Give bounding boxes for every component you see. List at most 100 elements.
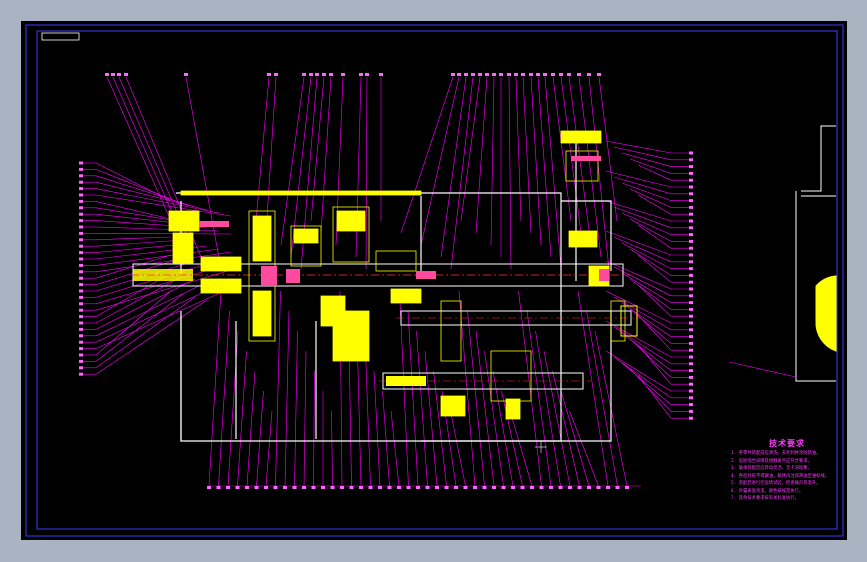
note-line: 3. 轴承装配后应转动灵活，无卡滞现象。 [731,466,812,471]
note-line: 4. 各密封处不得漏油，箱体内注润滑油至油标线。 [731,473,829,479]
leader-label [79,340,83,344]
leader-line [613,236,672,263]
leader-line [467,310,485,487]
leader-line [95,236,172,241]
leader-label [689,267,693,271]
leader-line [629,218,672,242]
leader-label [457,73,461,76]
leader-label [368,486,373,489]
leader-label [79,251,83,255]
leader-line [515,76,522,222]
leader-line [313,370,315,487]
leader-label [79,187,83,191]
leader-label [689,382,693,386]
leader-line [586,310,618,487]
leader-label [79,366,83,370]
leader-label [499,73,503,76]
leader-label [689,362,693,366]
leader-label [689,307,693,311]
note-line: 6. 外露表面涂漆，颜色按规定执行。 [731,488,804,494]
leader-line [246,370,256,487]
cad-viewport[interactable]: 技术要求 1. 各零件装配前应清洗，去毛刺并涂防锈油。 2. 齿轮啮合间隙及接触斑… [21,21,847,540]
leader-line [621,332,672,371]
leader-line [637,344,672,385]
leader-line [95,162,172,202]
leader-label [689,205,693,209]
leader-label [321,486,325,489]
note-line: 5. 装配后进行空运转试验，检查噪声及温升。 [731,481,821,486]
leader-label [689,280,693,284]
leader-label [359,73,363,76]
leader-label [689,369,693,373]
leader-label [79,372,83,376]
leader-line [605,140,672,154]
leader-line [560,390,590,487]
leader-label [406,486,411,489]
leader-label [596,486,601,489]
leader-label [79,359,83,363]
leader-label [511,486,515,489]
leader-label [463,486,468,489]
leader-label [292,486,297,489]
leader-label [79,244,83,248]
leader-label [273,486,278,489]
leader-line [424,350,438,487]
leader-line [420,76,460,246]
leader-label [689,396,693,400]
leader-label [577,486,582,489]
leader-label [689,335,693,339]
leader-label [689,375,693,379]
leader-label [79,167,83,171]
leader-label [79,199,83,203]
leader-label [79,353,83,357]
leader-label [416,486,420,489]
leader-line [95,296,196,369]
leader-label [207,486,211,489]
leader-label [451,73,455,76]
leader-label [549,486,553,489]
leader-label [689,314,693,318]
leader-label [492,486,496,489]
leader-line [390,410,400,487]
leader-label [302,486,306,489]
leader-label [79,270,83,274]
leader-label [551,73,555,76]
leader-label [521,73,525,76]
leader-line [629,278,672,310]
leader-label [464,73,468,76]
leader-label [274,73,278,76]
leader-label [79,347,83,351]
leader-line [552,370,580,487]
leader-label [689,348,693,352]
leader-label [689,246,693,250]
leader-label [520,486,525,489]
leader-line [484,350,504,487]
leader-label [79,315,83,319]
leader-label [349,486,354,489]
leader-line [440,76,467,258]
leader-line [95,293,184,362]
leader-label [79,321,83,325]
leader-line [265,410,273,487]
leader-line [526,310,552,487]
leader-label [79,276,83,280]
leader-line [112,76,182,234]
leader-line [95,281,208,337]
leader-label [117,73,121,76]
leader-label [559,73,563,76]
leader-label [111,73,115,76]
leader-label [315,73,319,76]
leader-label [689,260,693,264]
leader-line [373,370,381,487]
leader-label [689,294,693,298]
leader-label [482,486,487,489]
leader-line [95,233,232,235]
leader-line [280,76,305,246]
title-tag [41,32,80,41]
leader-label [485,73,489,76]
leader-label [283,486,287,489]
leader-label [378,486,382,489]
leader-line [560,76,582,234]
leader-label [124,73,128,76]
leader-line [265,76,277,234]
